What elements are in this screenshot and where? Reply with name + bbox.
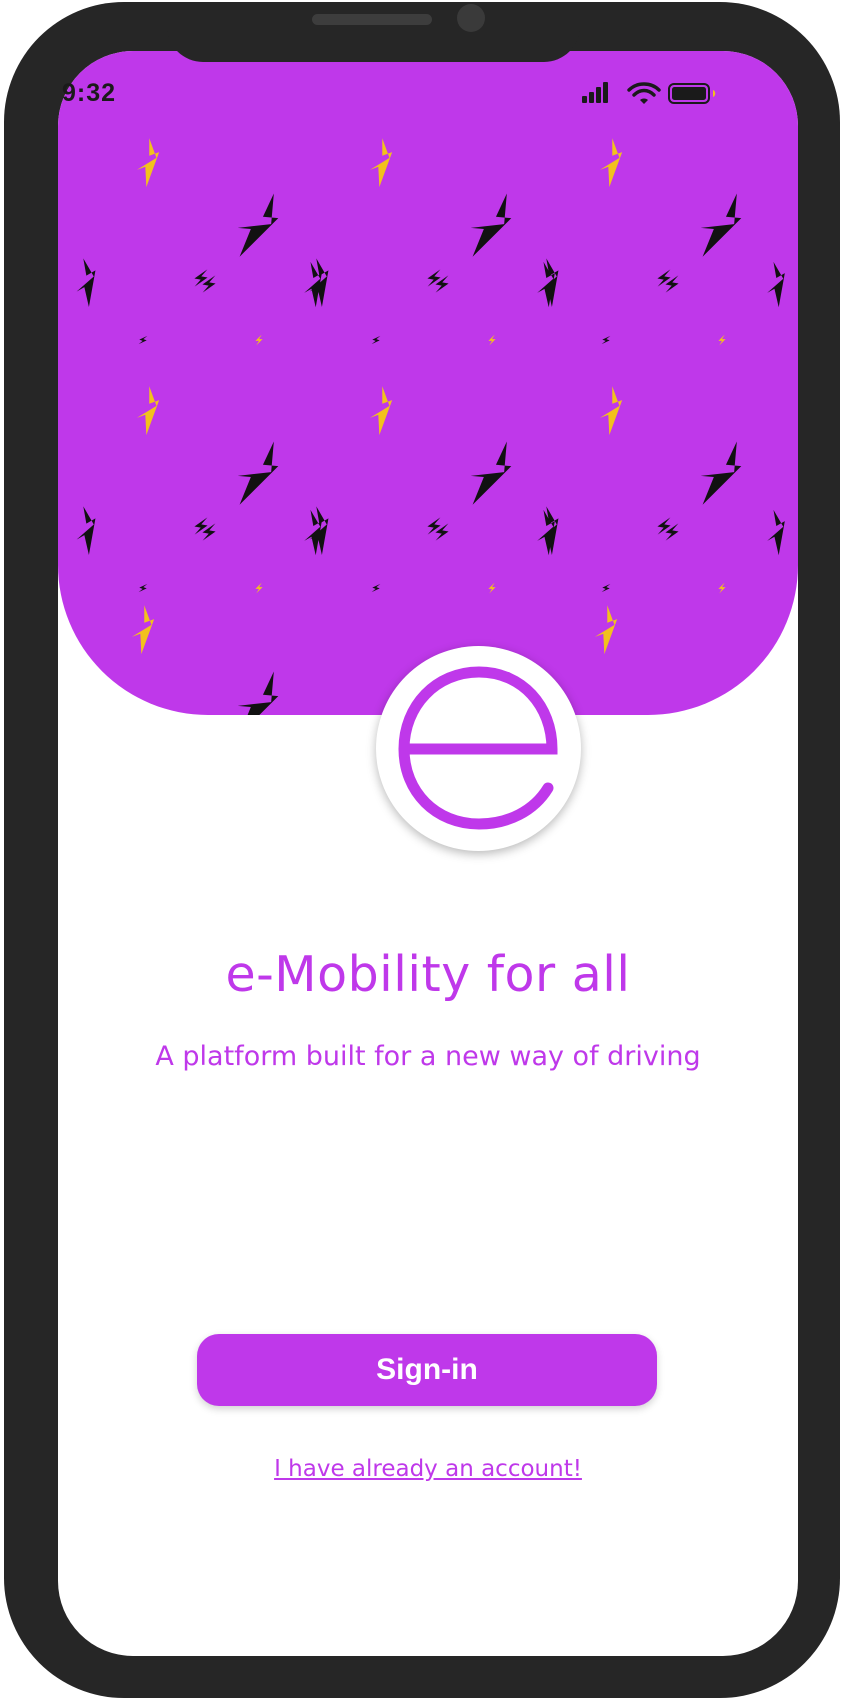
tiny-bolt-icon: [488, 582, 496, 594]
existing-account-link[interactable]: I have already an account!: [58, 1456, 798, 1482]
battery-icon: [668, 83, 716, 104]
black-bolt-icon: [700, 193, 742, 257]
tiny-bolt-icon: [601, 583, 611, 593]
black-bolt-icon: [700, 441, 742, 505]
mini-bolt-icon: [435, 523, 449, 541]
black-bolt-icon: [470, 441, 512, 505]
black-bolt-icon: [537, 509, 555, 556]
black-bolt-icon: [237, 441, 279, 505]
mini-bolt-icon: [657, 269, 671, 287]
black-bolt-icon: [767, 509, 785, 556]
phone-frame: e-Mobility for all A platform built for …: [4, 2, 840, 1698]
tiny-bolt-icon: [488, 334, 496, 346]
tiny-bolt-icon: [718, 582, 726, 594]
welcome-headline: e-Mobility for all: [225, 946, 631, 1003]
status-icons: [582, 82, 716, 104]
earpiece-speaker: [312, 14, 432, 25]
silent-switch: [4, 227, 14, 289]
tiny-bolt-icon: [718, 334, 726, 346]
front-camera: [457, 4, 485, 32]
tiny-bolt-icon: [371, 583, 381, 593]
yellow-bolt-icon: [369, 386, 393, 436]
yellow-bolt-icon: [136, 138, 160, 188]
yellow-bolt-icon: [594, 605, 618, 655]
power-button: [830, 394, 840, 579]
mini-bolt-icon: [202, 523, 216, 541]
black-bolt-icon: [237, 671, 279, 715]
signal-icon: [582, 82, 608, 103]
mini-bolt-icon: [202, 275, 216, 293]
yellow-bolt-icon: [369, 138, 393, 188]
mini-bolt-icon: [427, 269, 441, 287]
mini-bolt-icon: [657, 517, 671, 535]
tiny-bolt-icon: [601, 335, 611, 345]
black-bolt-icon: [304, 261, 322, 308]
mini-bolt-icon: [435, 275, 449, 293]
app-screen: e-Mobility for all A platform built for …: [58, 51, 798, 1656]
mini-bolt-icon: [665, 275, 679, 293]
yellow-bolt-icon: [136, 386, 160, 436]
status-bar: 9:32: [4, 49, 744, 109]
tiny-bolt-icon: [255, 582, 263, 594]
mini-bolt-icon: [665, 523, 679, 541]
welcome-subheadline: A platform built for a new way of drivin…: [155, 1041, 701, 1072]
volume-up-button: [4, 360, 14, 465]
yellow-bolt-icon: [131, 605, 155, 655]
wifi-icon: [627, 82, 661, 104]
black-bolt-icon: [237, 193, 279, 257]
black-bolt-icon: [304, 509, 322, 556]
status-time: 9:32: [62, 79, 117, 107]
black-bolt-icon: [470, 193, 512, 257]
volume-down-button: [4, 507, 14, 612]
app-logo: [376, 646, 581, 851]
tiny-bolt-icon: [138, 335, 148, 345]
black-bolt-icon: [76, 258, 96, 308]
mini-bolt-icon: [194, 517, 208, 535]
mini-bolt-icon: [194, 269, 208, 287]
tiny-bolt-icon: [255, 334, 263, 346]
tiny-bolt-icon: [371, 335, 381, 345]
yellow-bolt-icon: [599, 138, 623, 188]
e-logo-icon: [398, 666, 558, 830]
mini-bolt-icon: [427, 517, 441, 535]
tiny-bolt-icon: [138, 583, 148, 593]
lightning-pattern: [76, 138, 785, 715]
signin-button[interactable]: Sign-in: [197, 1334, 657, 1406]
black-bolt-icon: [537, 261, 555, 308]
yellow-bolt-icon: [599, 386, 623, 436]
hero-banner: [58, 51, 798, 715]
black-bolt-icon: [76, 506, 96, 556]
black-bolt-icon: [767, 261, 785, 308]
